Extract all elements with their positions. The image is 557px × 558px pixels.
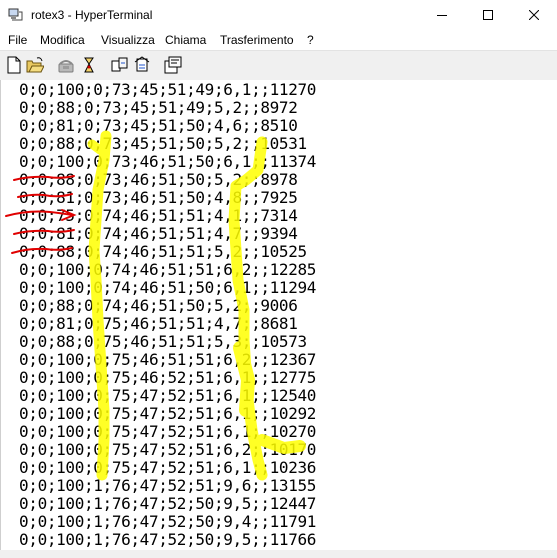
menu-trasferimento[interactable]: Trasferimento [220, 33, 294, 48]
terminal-line: 0;0;100;0;75;47;52;51;6,1;;10292 [19, 404, 317, 423]
terminal-line: 0;0;100;0;75;46;52;51;6,1;;12775 [19, 368, 317, 387]
menu-chiama[interactable]: Chiama [165, 33, 206, 48]
terminal-line: 0;0;81;0;73;45;51;50;4,6;;8510 [19, 116, 298, 135]
hyperterminal-app-icon [8, 8, 23, 22]
open-button[interactable] [26, 56, 45, 74]
window-controls [419, 0, 557, 31]
terminal-line: 0;0;100;0;73;46;51;50;6,1;;11374 [19, 152, 317, 171]
call-button[interactable] [57, 56, 75, 74]
menu-file[interactable]: File [8, 33, 27, 48]
terminal-line: 0;0;81;0;74;46;51;51;4,7;;9394 [19, 224, 298, 243]
new-document-icon [7, 56, 21, 74]
terminal-line: 0;0;100;1;76;47;52;51;9,6;;13155 [19, 476, 317, 495]
receive-file-button[interactable] [133, 56, 151, 74]
status-bar [0, 550, 557, 558]
terminal-line: 0;0;88;0;74;46;51;51;5,2;;10525 [19, 242, 307, 261]
terminal-line: 0;0;100;0;75;46;51;51;6,2;;12367 [19, 350, 317, 369]
terminal-line: 0;0;100;0;75;47;52;51;6,1;;10236 [19, 458, 317, 477]
close-button[interactable] [511, 0, 557, 31]
maximize-icon [483, 10, 493, 20]
terminal-line: 0;0;81;0;75;46;51;51;4,7;;8681 [19, 314, 298, 333]
terminal-line: 0;0;100;1;76;47;52;50;9,5;;11766 [19, 530, 317, 549]
terminal-line: 0;0;100;0;73;45;51;49;6,1;;11270 [19, 80, 317, 99]
menu-modifica[interactable]: Modifica [40, 33, 85, 48]
terminal-line: 0;0;88;0;74;46;51;50;5,2;;9006 [19, 296, 298, 315]
terminal-line: 0;0;100;0;75;47;52;51;6,1;;10270 [19, 422, 317, 441]
new-connection-button[interactable] [5, 56, 23, 74]
terminal-line: 0;0;81;0;73;46;51;50;4,8;;7925 [19, 188, 298, 207]
menu-help[interactable]: ? [307, 33, 314, 48]
properties-button[interactable] [164, 56, 182, 74]
terminal-line: 0;0;88;0;73;46;51;50;5,2;;8978 [19, 170, 298, 189]
terminal-line: 0;0;100;1;76;47;52;50;9,4;;11791 [19, 512, 317, 531]
minimize-icon [437, 15, 447, 16]
disconnect-icon [84, 57, 94, 73]
terminal-line: 0;0;100;1;76;47;52;50;9,5;;12447 [19, 494, 317, 513]
close-icon [529, 10, 539, 20]
send-file-icon [111, 57, 128, 72]
receive-file-icon [134, 56, 150, 72]
terminal-line: 0;0;100;0;75;47;52;51;6,2;;10170 [19, 440, 317, 459]
terminal-line: 0;0;88;0;73;45;51;49;5,2;;8972 [19, 98, 298, 117]
toolbar [0, 50, 557, 81]
terminal-line: 0;0;88;0;75;46;51;51;5,3;;10573 [19, 332, 307, 351]
terminal-output[interactable]: 0;0;100;0;73;45;51;49;6,1;;11270 0;0;88;… [0, 80, 557, 558]
terminal-line: 0;0;100;0;74;46;51;51;6,2;;12285 [19, 260, 317, 279]
send-file-button[interactable] [111, 56, 129, 74]
disconnect-button[interactable] [80, 56, 98, 74]
open-folder-icon [26, 57, 45, 73]
title-bar: rotex3 - HyperTerminal [0, 0, 557, 31]
menu-visualizza[interactable]: Visualizza [101, 33, 155, 48]
maximize-button[interactable] [465, 0, 511, 31]
terminal-line: 0;0;100;0;74;46;51;50;6,1;;11294 [19, 278, 317, 297]
call-icon [58, 60, 74, 73]
terminal-line: 0;0;100;0;75;47;52;51;6,1;;12540 [19, 386, 317, 405]
properties-icon [164, 56, 182, 74]
terminal-line: 0;0;75;0;74;46;51;51;4,1;;7314 [19, 206, 298, 225]
terminal-line: 0;0;88;0;73;45;51;50;5,2;;10531 [19, 134, 307, 153]
minimize-button[interactable] [419, 0, 465, 31]
window-title: rotex3 - HyperTerminal [31, 8, 153, 22]
menu-bar: File Modifica Visualizza Chiama Trasferi… [0, 31, 557, 50]
